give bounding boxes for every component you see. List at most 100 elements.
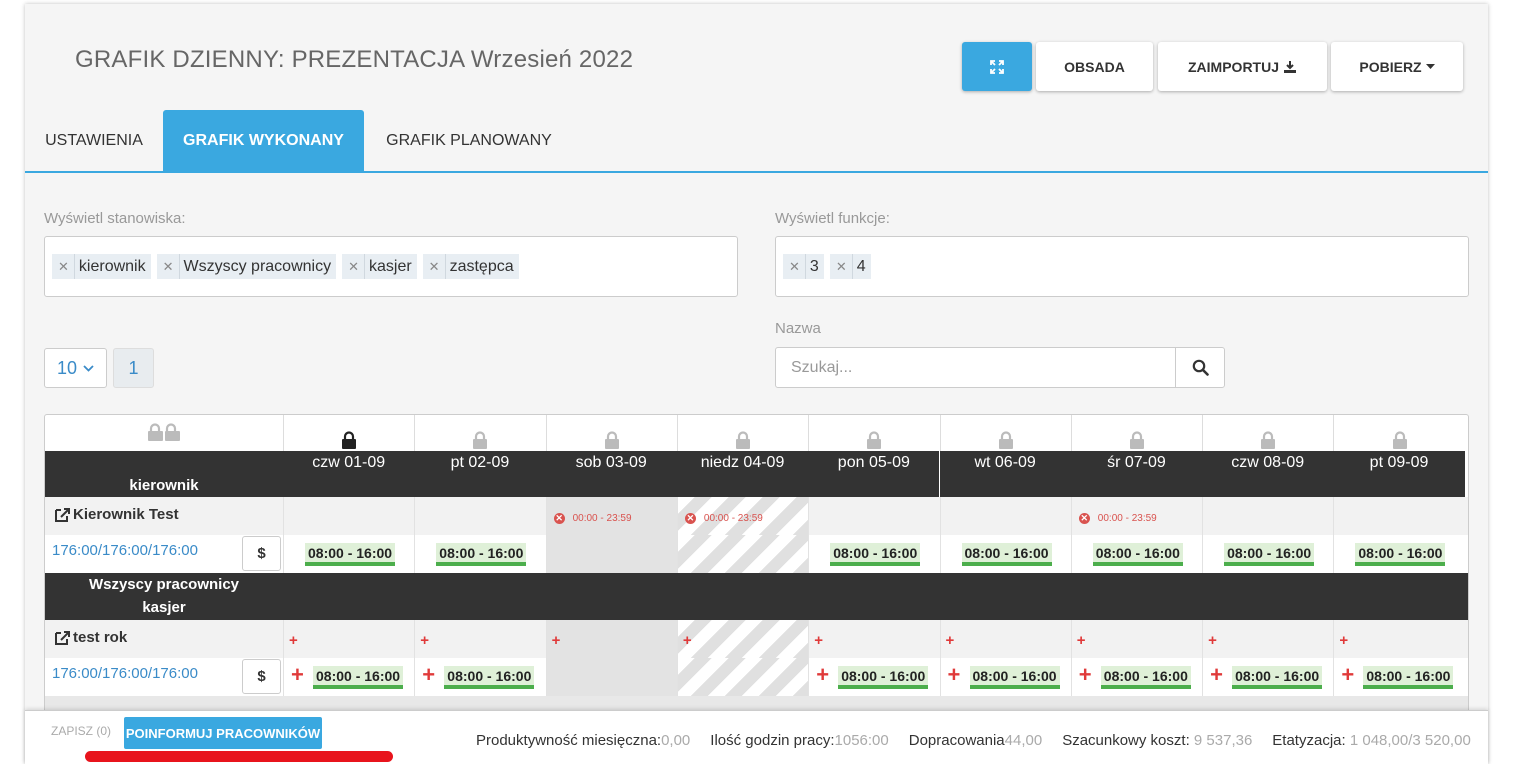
remove-tag-icon[interactable]: ✕ xyxy=(342,254,365,279)
day-cell[interactable] xyxy=(545,620,677,658)
absence-entry[interactable]: ✕ 00:00 - 23:59 xyxy=(1078,513,1157,524)
tag-label: zastępca xyxy=(449,257,514,275)
lock-icon[interactable] xyxy=(545,415,677,451)
lock-icon[interactable] xyxy=(676,415,809,451)
shift-block[interactable]: 08:00 - 16:00 xyxy=(1092,543,1183,566)
day-header: sob 03-09 xyxy=(545,451,677,497)
add-icon[interactable]: + xyxy=(683,632,692,649)
shift-block[interactable]: 08:00 - 16:00 xyxy=(444,666,535,689)
lock-icon[interactable] xyxy=(1070,415,1203,451)
tab-ustawienia[interactable]: USTAWIENIA xyxy=(25,110,163,172)
employee-hours[interactable]: 176:00/176:00/176:00 xyxy=(52,665,198,682)
shift-block[interactable]: 08:00 - 16:00 xyxy=(961,543,1052,566)
lock-icon[interactable] xyxy=(939,415,1071,451)
add-shift-icon[interactable]: + xyxy=(816,664,829,686)
shift-block[interactable]: 08:00 - 16:00 xyxy=(436,543,527,566)
add-shift-icon[interactable]: + xyxy=(422,664,435,686)
employee-hours[interactable]: 176:00/176:00/176:00 xyxy=(52,542,198,559)
shift-block[interactable]: 08:00 - 16:00 xyxy=(1232,666,1323,689)
pagination-page[interactable]: 1 xyxy=(113,348,154,388)
inform-employees-button[interactable]: POINFORMUJ PRACOWNIKÓW xyxy=(124,717,322,749)
absence-entry[interactable]: ✕ 00:00 - 23:59 xyxy=(553,513,632,524)
add-icon[interactable]: + xyxy=(1208,632,1217,649)
lock-icon[interactable] xyxy=(1333,415,1465,451)
add-shift-icon[interactable]: + xyxy=(291,664,304,686)
shift-block[interactable]: 08:00 - 16:00 xyxy=(1224,543,1315,566)
add-icon[interactable]: + xyxy=(946,632,955,649)
remove-tag-icon[interactable]: ✕ xyxy=(423,254,446,279)
add-shift-icon[interactable]: + xyxy=(948,664,961,686)
search-button[interactable] xyxy=(1175,347,1225,388)
stat-value: 1 048,00/3 520,00 xyxy=(1349,732,1471,749)
cost-button[interactable]: $ xyxy=(242,536,281,571)
fullscreen-button[interactable] xyxy=(962,42,1032,91)
shift-block[interactable]: 08:00 - 16:00 xyxy=(830,543,921,566)
day-cell[interactable] xyxy=(676,658,809,696)
add-icon[interactable]: + xyxy=(289,632,298,649)
remove-tag-icon[interactable]: ✕ xyxy=(783,254,806,279)
day-cell[interactable] xyxy=(939,620,1071,658)
add-shift-icon[interactable]: + xyxy=(1341,664,1354,686)
import-button[interactable]: ZAIMPORTUJ xyxy=(1158,42,1327,91)
day-header: niedz 04-09 xyxy=(676,451,809,497)
pobierz-dropdown[interactable]: POBIERZ xyxy=(1331,42,1463,91)
shift-block[interactable]: 08:00 - 16:00 xyxy=(305,543,396,566)
employee-name[interactable]: Kierownik Test xyxy=(55,506,179,523)
employee-name[interactable]: test rok xyxy=(55,629,127,646)
day-cell[interactable] xyxy=(676,620,809,658)
day-cell[interactable] xyxy=(283,620,415,658)
unlock-all-icon[interactable] xyxy=(45,415,283,451)
tag-zastepca: ✕ zastępca xyxy=(422,254,519,279)
day-cell[interactable] xyxy=(1202,620,1334,658)
day-cell[interactable] xyxy=(545,658,677,696)
shift-block[interactable]: 08:00 - 16:00 xyxy=(1100,666,1191,689)
day-cell[interactable] xyxy=(808,620,940,658)
tab-grafik-planowany[interactable]: GRAFIK PLANOWANY xyxy=(364,110,574,172)
lock-icon[interactable] xyxy=(1202,415,1334,451)
add-icon[interactable]: + xyxy=(552,632,561,649)
add-icon[interactable]: + xyxy=(1339,632,1348,649)
shift-block[interactable]: 08:00 - 16:00 xyxy=(1355,543,1446,566)
day-cell[interactable] xyxy=(414,497,546,535)
group-title: kierownik xyxy=(45,451,283,497)
day-cell[interactable] xyxy=(676,535,809,573)
footer-stat: Produktywność miesięczna:0,00 xyxy=(476,732,690,749)
import-label: ZAIMPORTUJ xyxy=(1188,58,1279,75)
save-button[interactable]: ZAPISZ (0) xyxy=(51,724,111,738)
positions-filter[interactable]: ✕ kierownik ✕ Wszyscy pracownicy ✕ kasjer ✕… xyxy=(44,236,738,297)
day-cell[interactable] xyxy=(939,497,1071,535)
tab-label: GRAFIK WYKONANY xyxy=(183,132,344,149)
obsada-button[interactable]: OBSADA xyxy=(1036,42,1153,91)
day-header: pt 02-09 xyxy=(414,451,546,497)
shift-block[interactable]: 08:00 - 16:00 xyxy=(1363,666,1454,689)
add-icon[interactable]: + xyxy=(814,632,823,649)
day-cell[interactable] xyxy=(414,620,546,658)
remove-tag-icon[interactable]: ✕ xyxy=(52,254,75,279)
day-cell[interactable] xyxy=(1333,497,1465,535)
shift-block[interactable]: 08:00 - 16:00 xyxy=(969,666,1060,689)
add-icon[interactable]: + xyxy=(1077,632,1086,649)
day-cell[interactable] xyxy=(808,497,940,535)
remove-tag-icon[interactable]: ✕ xyxy=(157,254,180,279)
shift-block[interactable]: 08:00 - 16:00 xyxy=(838,666,929,689)
day-cell[interactable] xyxy=(283,497,415,535)
remove-tag-icon[interactable]: ✕ xyxy=(830,254,853,279)
day-cell[interactable] xyxy=(1070,620,1203,658)
footer-stat: Szacunkowy koszt: 9 537,36 xyxy=(1062,732,1252,749)
day-cell[interactable] xyxy=(1333,620,1465,658)
shift-block[interactable]: 08:00 - 16:00 xyxy=(313,666,404,689)
tab-grafik-wykonany[interactable]: GRAFIK WYKONANY xyxy=(163,110,364,172)
lock-icon[interactable] xyxy=(414,415,546,451)
cost-button[interactable]: $ xyxy=(242,659,281,694)
add-shift-icon[interactable]: + xyxy=(1079,664,1092,686)
day-cell[interactable] xyxy=(1202,497,1334,535)
day-cell[interactable] xyxy=(545,535,677,573)
functions-filter[interactable]: ✕ 3 ✕ 4 xyxy=(775,236,1469,297)
absence-entry[interactable]: ✕ 00:00 - 23:59 xyxy=(684,513,763,524)
search-input[interactable] xyxy=(775,347,1176,388)
add-icon[interactable]: + xyxy=(420,632,429,649)
lock-icon-closed[interactable] xyxy=(283,415,415,451)
add-shift-icon[interactable]: + xyxy=(1210,664,1223,686)
lock-icon[interactable] xyxy=(808,415,940,451)
page-size-select[interactable]: 10 xyxy=(44,348,107,388)
